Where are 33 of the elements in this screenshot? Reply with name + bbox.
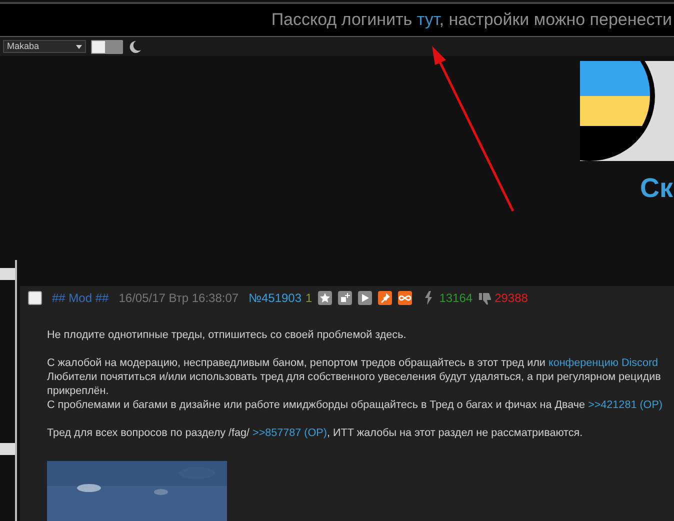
post-text: Не плодите однотипные треды, отпишитесь со своей проблемой здесь. <box>47 328 406 342</box>
side-marker <box>0 443 15 455</box>
link[interactable]: >>857787 (OP) <box>252 427 327 439</box>
post-count: 1 <box>306 290 312 307</box>
infinity-icon[interactable] <box>398 291 412 305</box>
post-text: С проблемами и багами в дизайне или работе имиджборды обращайтесь в Тред о багах и фичах на Дваче >>421281 (OP) <box>47 398 662 412</box>
logo-icon <box>580 61 674 162</box>
link[interactable]: конференцию Discord <box>548 357 658 369</box>
theme-toggle[interactable] <box>91 40 123 54</box>
select-checkbox[interactable] <box>28 291 42 305</box>
login-link[interactable]: тут <box>416 10 440 30</box>
dislikes-count: 29388 <box>494 290 528 307</box>
post-text: С жалобой на модерацию, несправедливым баном, репортом тредов обращайтесь в этот тред или конференцию Discord <box>47 356 658 370</box>
site-title: Ск <box>640 175 674 202</box>
post-text: Любители почятиться и/или использовать тред для собственного увеселения будут удаляться, а при регулярном рецидив <box>47 370 661 384</box>
post-number[interactable]: №451903 <box>248 289 302 307</box>
pin-icon[interactable] <box>378 291 392 305</box>
add-icon[interactable] <box>338 291 352 305</box>
star-icon[interactable] <box>318 291 332 305</box>
post-date: 16/05/17 Втр 16:38:07 <box>118 290 239 307</box>
thumbs-down-icon[interactable] <box>478 292 492 304</box>
play-icon[interactable] <box>358 291 372 305</box>
author-name: ## Mod ## <box>52 290 109 307</box>
side-marker <box>0 268 15 280</box>
link[interactable]: >>421281 (OP) <box>588 399 662 411</box>
style-select[interactable]: Makaba <box>3 40 86 54</box>
caret-icon <box>76 44 82 49</box>
passcode-notice: Пасскод логинить тут, настройки можно перенести <box>271 9 673 32</box>
post-text: Тред для всех вопросов по разделу /fag/ >>857787 (OP), ИТТ жалобы на этот раздел не рассматриваются. <box>47 426 583 440</box>
moon-icon[interactable] <box>128 40 142 54</box>
likes-count: 13164 <box>439 290 473 307</box>
lightning-icon[interactable] <box>424 291 434 305</box>
post-text: прикреплён. <box>47 384 109 398</box>
